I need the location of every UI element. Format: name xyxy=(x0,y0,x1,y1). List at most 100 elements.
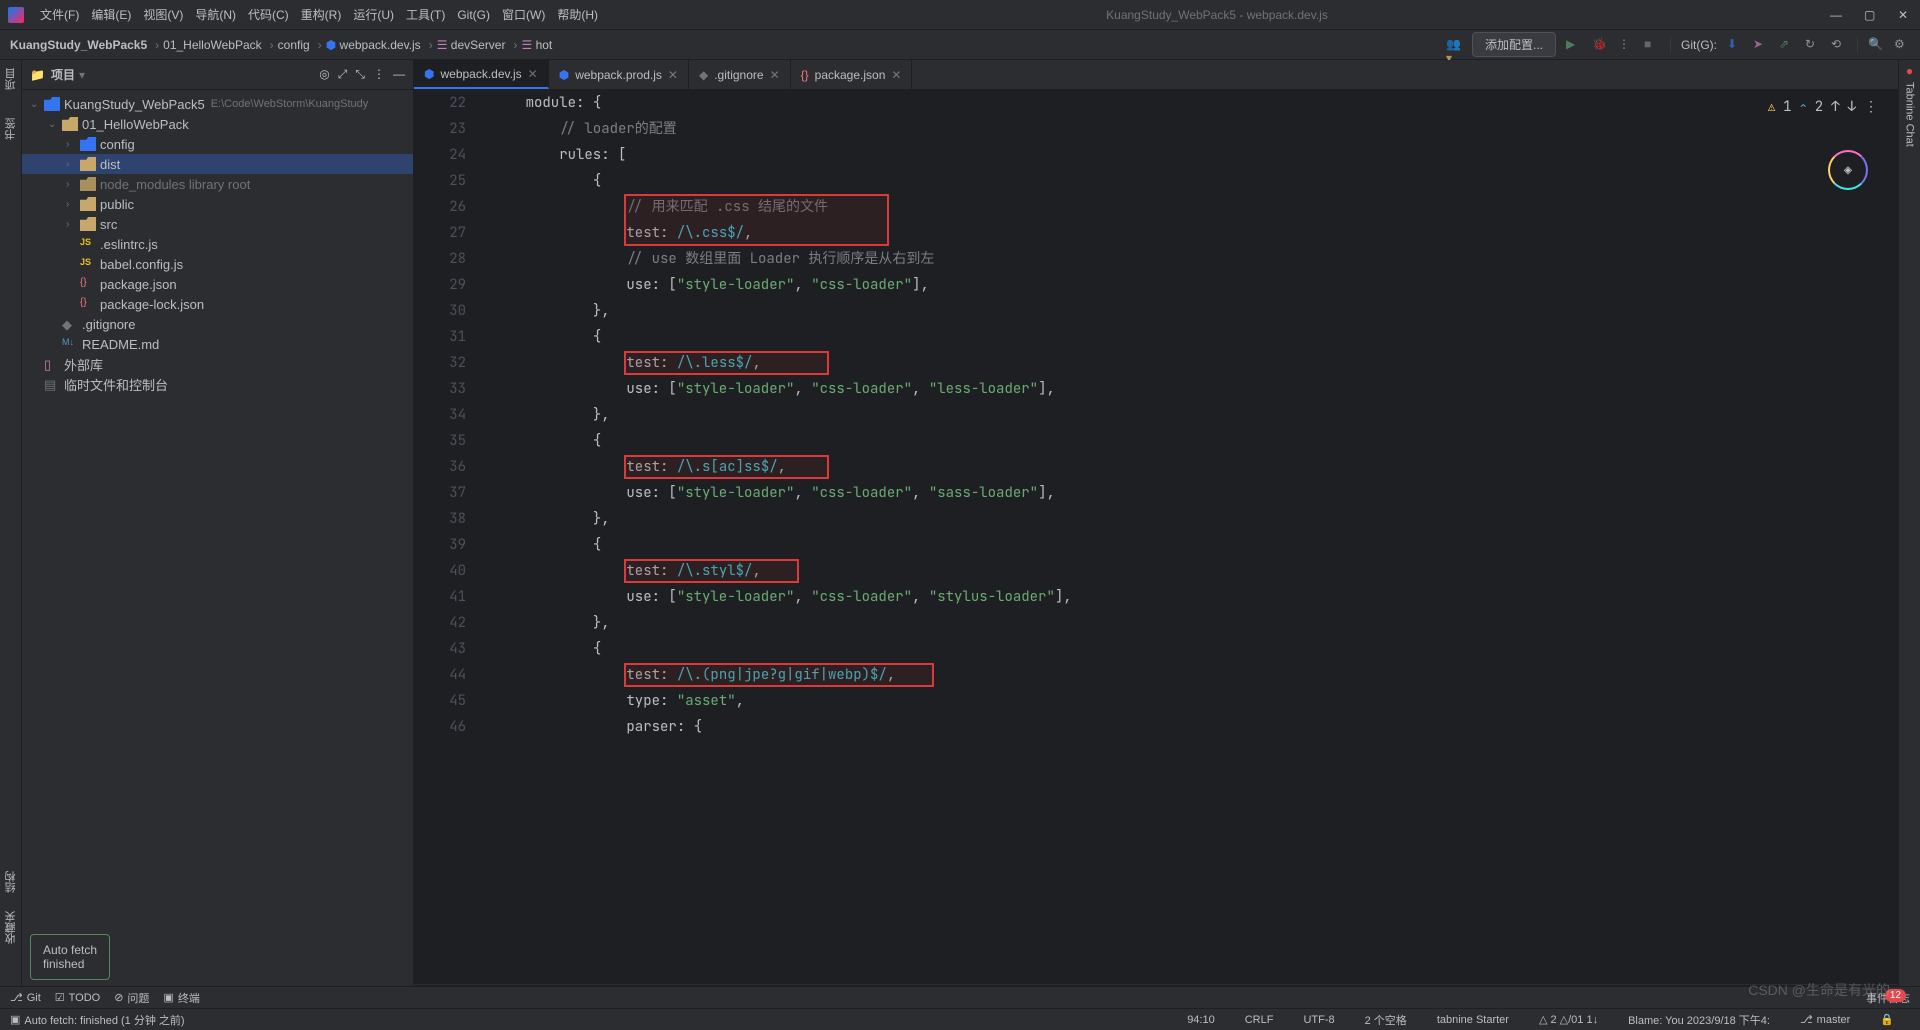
search-everywhere-icon[interactable]: 🔍 xyxy=(1868,37,1884,53)
breadcrumb-item[interactable]: ⬢ webpack.dev.js xyxy=(326,38,421,52)
right-tab-tabnine[interactable]: Tabnine Chat xyxy=(1904,78,1916,151)
js-icon: JS xyxy=(80,237,96,251)
menu-Git[interactable]: Git(G) xyxy=(451,4,496,26)
menu-工具[interactable]: 工具(T) xyxy=(400,4,451,26)
breadcrumb-item[interactable]: KuangStudy_WebPack5 xyxy=(10,38,147,52)
close-tab-icon[interactable]: ✕ xyxy=(891,68,901,82)
inspection-widget[interactable]: ⚠1 ⌃2 ↑ ↓ ⋮ xyxy=(1768,94,1878,120)
lock-icon[interactable]: 🔒 xyxy=(1880,1012,1894,1028)
editor-tab[interactable]: ⬢webpack.prod.js✕ xyxy=(549,60,689,89)
inspection-menu-icon[interactable]: ⋮ xyxy=(1864,94,1878,120)
expand-icon[interactable]: ⤢ xyxy=(338,67,348,82)
folder-gold-icon xyxy=(62,117,78,131)
tree-item[interactable]: ›src xyxy=(22,214,413,234)
tree-item[interactable]: ⌄01_HelloWebPack xyxy=(22,114,413,134)
menu-代码[interactable]: 代码(C) xyxy=(242,4,295,26)
menu-窗口[interactable]: 窗口(W) xyxy=(496,4,551,26)
menu-文件[interactable]: 文件(F) xyxy=(34,4,85,26)
git-blame[interactable]: Blame: You 2023/9/18 下午4: xyxy=(1628,1012,1770,1028)
tree-item[interactable]: JSbabel.config.js xyxy=(22,254,413,274)
git-push-icon[interactable]: ⇗ xyxy=(1779,37,1795,53)
git-update-icon[interactable]: ⬇ xyxy=(1727,37,1743,53)
tool-todo[interactable]: ☑TODO xyxy=(55,991,100,1004)
tree-item[interactable]: ›public xyxy=(22,194,413,214)
tree-item[interactable]: ◆.gitignore xyxy=(22,314,413,334)
tree-item[interactable]: ▯外部库 xyxy=(22,354,413,374)
maximize-button[interactable]: ▢ xyxy=(1864,8,1878,22)
target-icon[interactable]: ◎ xyxy=(319,67,329,82)
notification-popup[interactable]: Auto fetch finished xyxy=(30,934,110,980)
code-content[interactable]: module: { // loader的配置 rules: [ { // 用来匹… xyxy=(484,90,1898,984)
tree-item[interactable]: JS.eslintrc.js xyxy=(22,234,413,254)
close-tab-icon[interactable]: ✕ xyxy=(770,68,780,82)
settings-icon[interactable]: ⚙ xyxy=(1894,37,1910,53)
git-rollback-icon[interactable]: ⟲ xyxy=(1831,37,1847,53)
hide-icon[interactable]: — xyxy=(393,67,405,82)
project-dropdown-icon[interactable]: ▾ xyxy=(79,68,85,82)
add-configuration-button[interactable]: 添加配置... xyxy=(1472,32,1556,57)
editor-tab[interactable]: ⬢webpack.dev.js✕ xyxy=(414,60,549,89)
breadcrumb-item[interactable]: 01_HelloWebPack xyxy=(163,38,262,52)
menu-帮助[interactable]: 帮助(H) xyxy=(551,4,604,26)
tool-git[interactable]: ⎇Git xyxy=(10,991,41,1004)
tree-item[interactable]: {}package.json xyxy=(22,274,413,294)
collapse-icon[interactable]: ⤡ xyxy=(355,67,365,82)
tree-item[interactable]: ▤临时文件和控制台 xyxy=(22,374,413,394)
more-run-icon[interactable]: ⋮ xyxy=(1618,37,1634,53)
indent-settings[interactable]: 2 个空格 xyxy=(1365,1012,1407,1028)
folder-gold-icon xyxy=(80,177,96,191)
breadcrumb-item[interactable]: ☰ hot xyxy=(521,38,552,52)
tabnine-status[interactable]: tabnine Starter xyxy=(1437,1012,1509,1028)
tool-terminal[interactable]: ▣终端 xyxy=(163,990,199,1006)
run-icon[interactable]: ▶ xyxy=(1566,37,1582,53)
editor-body[interactable]: 2223242526272829303132333435363738394041… xyxy=(414,90,1898,984)
tabnine-logo-icon[interactable]: ◈ xyxy=(1828,150,1868,190)
tree-item[interactable]: ›config xyxy=(22,134,413,154)
tabnine-dot-icon[interactable]: ● xyxy=(1906,64,1913,78)
close-tab-icon[interactable]: ✕ xyxy=(528,67,538,81)
line-separator[interactable]: CRLF xyxy=(1245,1012,1274,1028)
left-tab-structure[interactable]: 结构 xyxy=(3,867,19,897)
tree-item[interactable]: M↓README.md xyxy=(22,334,413,354)
editor-tab[interactable]: ◆.gitignore✕ xyxy=(689,60,791,89)
breadcrumb-item[interactable]: config xyxy=(278,38,310,52)
line-gutter: 2223242526272829303132333435363738394041… xyxy=(414,90,484,984)
menu-重构[interactable]: 重构(R) xyxy=(295,4,348,26)
project-tree[interactable]: ⌄KuangStudy_WebPack5E:\Code\WebStorm\Kua… xyxy=(22,90,413,1008)
warning-icon[interactable]: ⚠ xyxy=(1768,94,1775,120)
main-area: 项目 书签 结构 收藏夹 📁 项目 ▾ ◎ ⤢ ⤡ ⋮ — ⌄KuangStud… xyxy=(0,60,1920,1008)
left-tab-bookmarks[interactable]: 书签 xyxy=(3,114,19,144)
json-icon: {} xyxy=(801,68,809,82)
tree-item[interactable]: ›dist xyxy=(22,154,413,174)
editor-area: ⬢webpack.dev.js✕⬢webpack.prod.js✕◆.gitig… xyxy=(414,60,1898,1008)
git-history-icon[interactable]: ↻ xyxy=(1805,37,1821,53)
inspection-status[interactable]: △ 2 △/01 1↓ xyxy=(1539,1012,1598,1028)
debug-icon[interactable]: 🐞 xyxy=(1592,37,1608,53)
breadcrumb-item[interactable]: ☰ devServer xyxy=(437,38,506,52)
menu-视图[interactable]: 视图(V) xyxy=(137,4,189,26)
left-tab-project[interactable]: 项目 xyxy=(3,64,19,94)
users-icon[interactable]: 👥▾ xyxy=(1446,37,1462,53)
options-icon[interactable]: ⋮ xyxy=(373,67,385,82)
prev-highlight-icon[interactable]: ↑ xyxy=(1831,94,1839,120)
stop-icon[interactable]: ■ xyxy=(1644,37,1660,53)
menu-运行[interactable]: 运行(U) xyxy=(347,4,400,26)
minimize-button[interactable]: — xyxy=(1830,8,1844,22)
tree-item[interactable]: {}package-lock.json xyxy=(22,294,413,314)
menu-导航[interactable]: 导航(N) xyxy=(189,4,242,26)
tree-item[interactable]: ⌄KuangStudy_WebPack5E:\Code\WebStorm\Kua… xyxy=(22,94,413,114)
git-branch[interactable]: ⎇ master xyxy=(1800,1012,1850,1028)
tree-item[interactable]: ›node_modules library root xyxy=(22,174,413,194)
close-button[interactable]: ✕ xyxy=(1898,8,1912,22)
hint-icon[interactable]: ⌃ xyxy=(1800,94,1807,120)
tool-problems[interactable]: ⊘问题 xyxy=(114,990,149,1006)
editor-tab[interactable]: {}package.json✕ xyxy=(791,60,913,89)
git-commit-icon[interactable]: ➤ xyxy=(1753,37,1769,53)
next-highlight-icon[interactable]: ↓ xyxy=(1848,94,1856,120)
close-tab-icon[interactable]: ✕ xyxy=(668,68,678,82)
menu-编辑[interactable]: 编辑(E) xyxy=(85,4,137,26)
lib-icon: ▯ xyxy=(44,357,60,371)
file-encoding[interactable]: UTF-8 xyxy=(1303,1012,1334,1028)
caret-position[interactable]: 94:10 xyxy=(1187,1012,1215,1028)
left-tab-favorites[interactable]: 收藏夹 xyxy=(3,907,19,948)
